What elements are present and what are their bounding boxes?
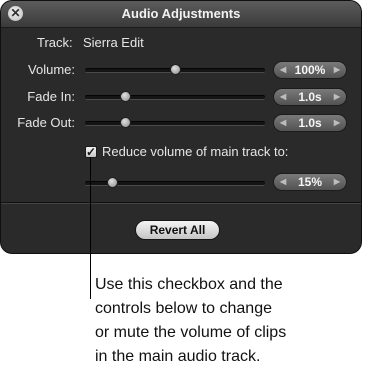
reduce-volume-label: Reduce volume of main track to: [102, 144, 289, 159]
reduce-volume-value[interactable]: 15% [288, 175, 332, 189]
fade-in-slider[interactable] [85, 95, 265, 100]
increment-arrow-icon[interactable]: ▶ [334, 92, 340, 101]
revert-all-button[interactable]: Revert All [135, 220, 220, 240]
fade-out-slider-knob[interactable] [119, 117, 131, 128]
decrement-arrow-icon[interactable]: ◀ [280, 92, 286, 101]
track-label: Track: [37, 35, 73, 50]
volume-value[interactable]: 100% [288, 63, 332, 77]
fade-out-slider[interactable] [85, 121, 265, 126]
volume-label: Volume: [28, 62, 75, 77]
callout-text: Use this checkbox and the controls below… [95, 276, 287, 365]
checkmark-icon: ✓ [86, 145, 97, 159]
divider [1, 202, 361, 204]
fade-out-value[interactable]: 1.0s [288, 116, 332, 130]
fade-out-stepper[interactable]: ◀ 1.0s ▶ [273, 114, 347, 132]
reduce-volume-slider-knob[interactable] [107, 177, 118, 188]
reduce-volume-checkbox[interactable]: ✓ [85, 146, 97, 158]
decrement-arrow-icon[interactable]: ◀ [280, 177, 286, 186]
reduce-volume-stepper[interactable]: ◀ 15% ▶ [273, 173, 347, 191]
increment-arrow-icon[interactable]: ▶ [334, 65, 340, 74]
figure: ✕ Audio Adjustments Track: Sierra Edit V… [0, 0, 382, 382]
decrement-arrow-icon[interactable]: ◀ [280, 65, 286, 74]
audio-adjustments-panel: ✕ Audio Adjustments Track: Sierra Edit V… [0, 0, 362, 254]
volume-stepper[interactable]: ◀ 100% ▶ [273, 61, 347, 79]
fade-in-stepper[interactable]: ◀ 1.0s ▶ [273, 88, 347, 106]
fade-in-label: Fade In: [27, 89, 75, 104]
increment-arrow-icon[interactable]: ▶ [334, 177, 340, 186]
decrement-arrow-icon[interactable]: ◀ [280, 118, 286, 127]
fade-in-value[interactable]: 1.0s [288, 90, 332, 104]
fade-out-label: Fade Out: [17, 115, 75, 130]
increment-arrow-icon[interactable]: ▶ [334, 118, 340, 127]
callout-line [90, 157, 91, 299]
fade-in-slider-knob[interactable] [119, 91, 131, 102]
title-bar: ✕ Audio Adjustments [1, 1, 361, 28]
panel-title: Audio Adjustments [121, 6, 241, 21]
volume-slider-knob[interactable] [170, 64, 181, 75]
track-name: Sierra Edit [83, 35, 144, 50]
